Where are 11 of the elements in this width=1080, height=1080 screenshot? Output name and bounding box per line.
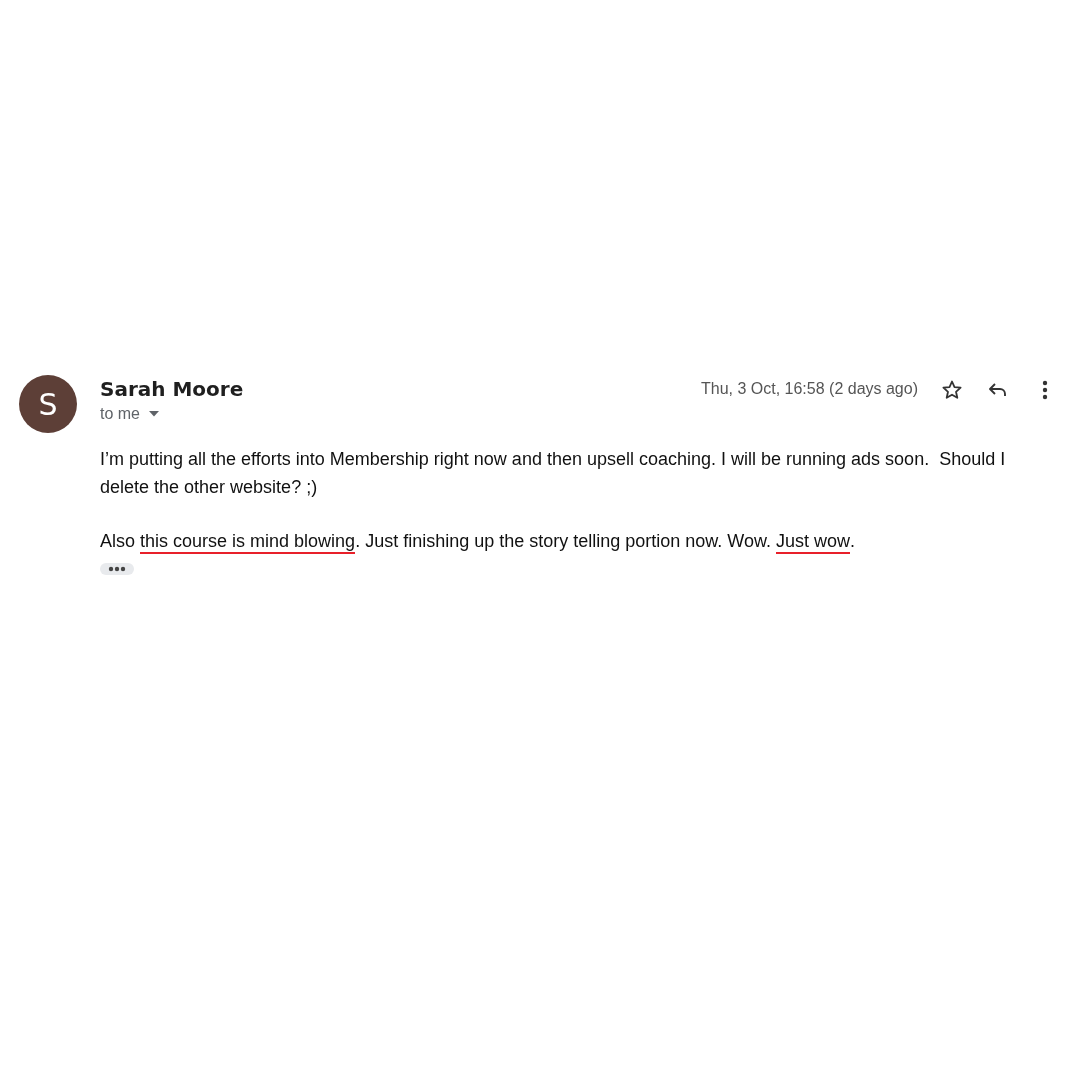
star-icon[interactable] xyxy=(940,378,964,402)
caret-icon[interactable] xyxy=(149,411,159,417)
sender-name: Sarah Moore xyxy=(100,376,245,403)
message-date: Thu, 3 Oct, 16:58 (2 days ago) xyxy=(701,380,918,398)
more-options-icon[interactable] xyxy=(1042,380,1048,400)
sender-avatar: S xyxy=(19,375,77,433)
ellipsis-icon xyxy=(107,566,127,572)
show-trimmed-content-button[interactable] xyxy=(100,563,134,575)
message-paragraph: Also this course is mind blowing. Just finishing up the story telling portion now. Wow. Just wow. xyxy=(100,527,1054,555)
recipient-label: to me xyxy=(100,405,140,423)
message-paragraph: I’m putting all the efforts into Membership right now and then upsell coaching. I will be running ads soon. Should I delete the other website? ;) xyxy=(100,448,1007,499)
